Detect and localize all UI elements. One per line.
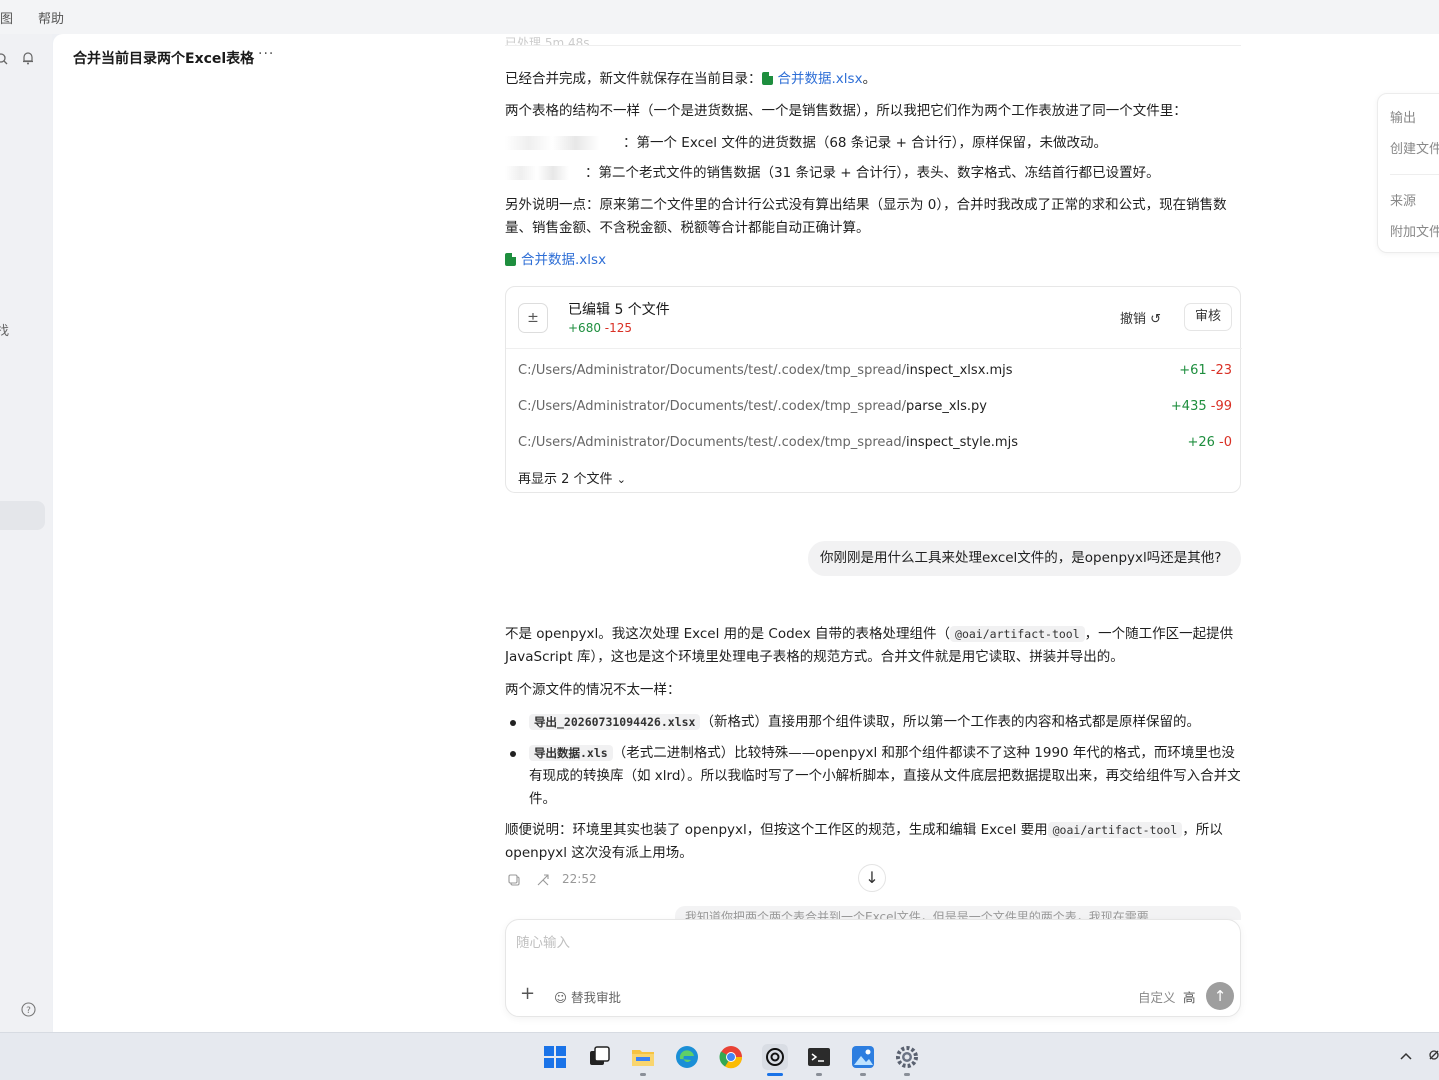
excel-file-icon: [761, 72, 773, 85]
chatgpt-app-icon[interactable]: [762, 1044, 788, 1070]
windows-start-icon[interactable]: [542, 1044, 568, 1070]
panel-create-file[interactable]: 创建文件: [1390, 138, 1439, 157]
menu-item-view[interactable]: 图: [0, 8, 13, 27]
left-sidebar: 找 ?: [0, 34, 52, 1032]
edited-files-card: ± 已编辑 5 个文件 +680 -125 撤销 ↺ 审核 C:/Users/A…: [505, 286, 1242, 493]
edge-browser-icon[interactable]: [674, 1044, 700, 1070]
user-message: 你刚刚是用什么工具来处理excel文件的，是openpyxl吗还是其他?: [808, 541, 1241, 576]
inline-code: @oai/artifact-tool: [1047, 822, 1183, 838]
file-row[interactable]: C:/Users/Administrator/Documents/test/.c…: [518, 363, 1232, 378]
task-view-icon[interactable]: [586, 1044, 612, 1070]
chevron-up-icon[interactable]: [1400, 1051, 1412, 1061]
arrow-down-icon: ↓: [865, 868, 879, 887]
redacted-text: [505, 166, 585, 180]
arrow-up-icon: ↑: [1213, 987, 1227, 1005]
taskbar: [0, 1032, 1439, 1080]
chat-title: 合并当前目录两个Excel表格: [73, 51, 255, 67]
file-row[interactable]: C:/Users/Administrator/Documents/test/.c…: [518, 399, 1232, 414]
excel-file-icon: [505, 253, 516, 266]
running-indicator: [640, 1073, 646, 1076]
next-user-message-peek: 我知道你把两个两个表合并到一个Excel文件，但是是一个文件里的两个表，我现在需…: [675, 906, 1241, 920]
review-button[interactable]: 审核: [1184, 303, 1232, 331]
assistant-item-1: ：第一个 Excel 文件的进货数据（68 条记录 + 合计行），原样保留，未做…: [505, 132, 1245, 155]
assistant-paragraph-6: 顺便说明：环境里其实也装了 openpyxl，但按这个工作区的规范，生成和编辑 …: [505, 822, 1223, 861]
file-explorer-icon[interactable]: [630, 1044, 656, 1070]
message-composer: + ☺ 替我审批 自定义 高 ↑: [505, 919, 1241, 1017]
show-more-files-button[interactable]: 再显示 2 个文件 ⌄: [518, 468, 626, 487]
custom-model-button[interactable]: 自定义: [1138, 987, 1176, 1006]
inline-code: @oai/artifact-tool: [950, 626, 1085, 642]
file-attachment-link[interactable]: 合并数据.xlsx: [505, 249, 606, 272]
more-options-button[interactable]: ···: [258, 46, 274, 62]
fork-icon[interactable]: [536, 874, 550, 887]
assistant-paragraph-5: 两个源文件的情况不太一样：: [505, 682, 681, 698]
approval-icon: ☺: [554, 990, 568, 1005]
approval-mode-button[interactable]: ☺ 替我审批: [554, 987, 621, 1006]
panel-source-heading: 来源: [1390, 194, 1417, 209]
running-indicator: [860, 1073, 866, 1076]
search-icon[interactable]: [0, 53, 8, 65]
right-summary-panel: 输出 创建文件 来源 附加文件: [1377, 93, 1439, 253]
edited-files-title: 已编辑 5 个文件: [568, 302, 670, 318]
scroll-down-button[interactable]: ↓: [858, 864, 886, 892]
send-button[interactable]: ↑: [1206, 982, 1234, 1010]
assistant-paragraph-2: 两个表格的结构不一样（一个是进货数据、一个是销售数据），所以我把它们作为两个工作…: [505, 103, 1187, 119]
assistant-bullet-list: 导出_20260731094426.xlsx （新格式）直接用那个组件读取，所以第…: [505, 711, 1245, 811]
running-indicator: [816, 1073, 822, 1076]
terminal-icon[interactable]: [806, 1044, 832, 1070]
help-icon[interactable]: ?: [21, 1002, 36, 1017]
running-indicator: [904, 1073, 910, 1076]
bullet-item: 导出数据.xls （老式二进制格式）比较特殊——openpyxl 和那个组件都读不…: [505, 742, 1245, 811]
undo-icon: ↺: [1150, 312, 1162, 327]
redacted-text: [505, 136, 623, 150]
svg-text:?: ?: [26, 1006, 31, 1016]
panel-attach-file[interactable]: 附加文件: [1390, 221, 1439, 240]
menu-bar: 图 帮助: [0, 0, 1439, 34]
file-row[interactable]: C:/Users/Administrator/Documents/test/.c…: [518, 435, 1232, 450]
undo-button[interactable]: 撤销 ↺: [1120, 308, 1161, 327]
assistant-paragraph-1: 已经合并完成，新文件就保存在当前目录： 合并数据.xlsx。: [505, 71, 877, 87]
sidebar-active-item[interactable]: [0, 501, 45, 530]
photos-app-icon[interactable]: [850, 1044, 876, 1070]
main-pane: 合并当前目录两个Excel表格 ··· 已处理 5m 48s 已经合并完成，新文…: [53, 34, 1439, 1032]
add-attachment-icon[interactable]: +: [520, 983, 535, 1004]
settings-gear-icon[interactable]: [894, 1044, 920, 1070]
sidebar-partial-label[interactable]: 找: [0, 320, 9, 339]
menu-item-help[interactable]: 帮助: [38, 8, 64, 27]
bell-icon[interactable]: [21, 51, 35, 65]
edited-files-stat: +680 -125: [568, 321, 633, 335]
copy-icon[interactable]: [508, 874, 521, 887]
reasoning-level-button[interactable]: 高: [1183, 987, 1196, 1006]
network-status-icon[interactable]: [1428, 1049, 1439, 1062]
assistant-paragraph-4: 不是 openpyxl。我这次处理 Excel 用的是 Codex 自带的表格处…: [505, 626, 1234, 665]
message-input[interactable]: [516, 932, 1216, 954]
bullet-item: 导出_20260731094426.xlsx （新格式）直接用那个组件读取，所以第…: [505, 711, 1245, 734]
assistant-paragraph-3: 另外说明一点：原来第二个文件里的合计行公式没有算出结果（显示为 0），合并时我改…: [505, 197, 1227, 236]
edited-files-header: ± 已编辑 5 个文件 +680 -125 撤销 ↺ 审核: [506, 287, 1242, 349]
faded-status: 已处理 5m 48s: [505, 34, 1241, 46]
message-time: 22:52: [562, 872, 597, 886]
active-app-indicator: [767, 1073, 783, 1076]
chrome-browser-icon[interactable]: [718, 1044, 744, 1070]
panel-output-heading: 输出: [1390, 111, 1417, 126]
diff-icon: ±: [518, 303, 548, 333]
file-link-inline[interactable]: 合并数据.xlsx: [761, 71, 863, 87]
assistant-item-2: ：第二个老式文件的销售数据（31 条记录 + 合计行），表头、数字格式、冻结首行…: [505, 162, 1245, 185]
chevron-down-icon: ⌄: [616, 473, 626, 486]
panel-divider: [1390, 174, 1439, 175]
